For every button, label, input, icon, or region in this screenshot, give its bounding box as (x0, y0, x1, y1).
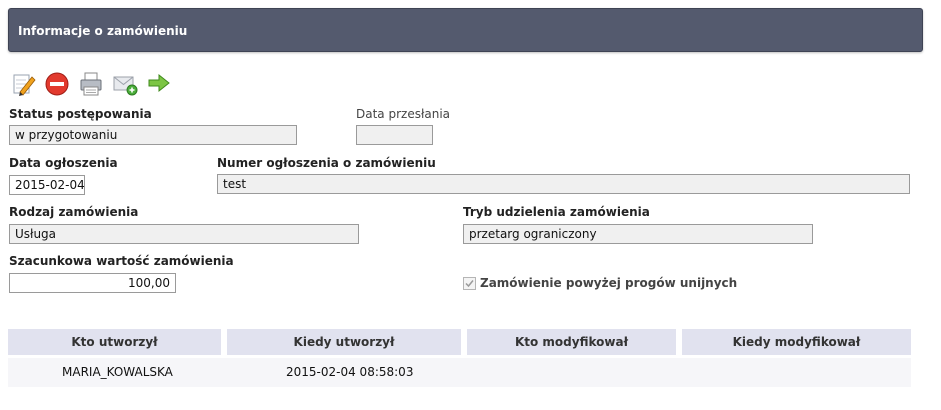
wartosc-field[interactable]: 100,00 (9, 273, 176, 293)
wartosc-label: Szacunkowa wartość zamówienia (9, 254, 234, 268)
print-button[interactable] (78, 71, 104, 97)
col-header-kto-modyfikowal: Kto modyfikował (467, 329, 676, 355)
powyzej-progow-checkbox[interactable] (463, 277, 476, 290)
delete-button[interactable] (44, 71, 70, 97)
data-ogloszenia-label: Data ogłoszenia (9, 156, 118, 170)
numer-ogloszenia-label: Numer ogłoszenia o zamówieniu (217, 156, 436, 170)
section-title: Informacje o zamówieniu (18, 24, 188, 38)
arrow-right-icon (148, 73, 170, 93)
cell-kto-utworzyl: MARIA_KOWALSKA (62, 365, 173, 379)
checkmark-icon (465, 280, 474, 288)
rodzaj-field[interactable]: Usługa (9, 224, 359, 244)
tryb-label: Tryb udzielenia zamówienia (463, 205, 650, 219)
data-przeslania-label: Data przesłania (356, 107, 451, 121)
tryb-field[interactable]: przetarg ograniczony (463, 224, 813, 244)
printer-icon (80, 72, 102, 96)
cell-kiedy-utworzyl: 2015-02-04 08:58:03 (286, 365, 414, 379)
forward-button[interactable] (146, 71, 172, 97)
data-przeslania-field[interactable] (356, 125, 433, 145)
edit-button[interactable] (11, 71, 37, 97)
col-header-kiedy-modyfikowal: Kiedy modyfikował (682, 329, 911, 355)
send-mail-icon (113, 76, 138, 96)
data-ogloszenia-field[interactable]: 2015-02-04 (9, 175, 85, 195)
pencil-icon (13, 74, 36, 96)
send-button[interactable] (112, 71, 138, 97)
col-header-kto-utworzyl: Kto utworzył (8, 329, 221, 355)
status-field[interactable]: w przygotowaniu (9, 125, 297, 145)
no-entry-icon (45, 72, 69, 96)
powyzej-progow-label: Zamówienie powyżej progów unijnych (480, 276, 738, 290)
numer-ogloszenia-field[interactable]: test (217, 174, 910, 194)
status-label: Status postępowania (9, 107, 152, 121)
col-header-kiedy-utworzyl: Kiedy utworzył (227, 329, 461, 355)
section-header: Informacje o zamówieniu (8, 8, 923, 52)
rodzaj-label: Rodzaj zamówienia (9, 205, 139, 219)
